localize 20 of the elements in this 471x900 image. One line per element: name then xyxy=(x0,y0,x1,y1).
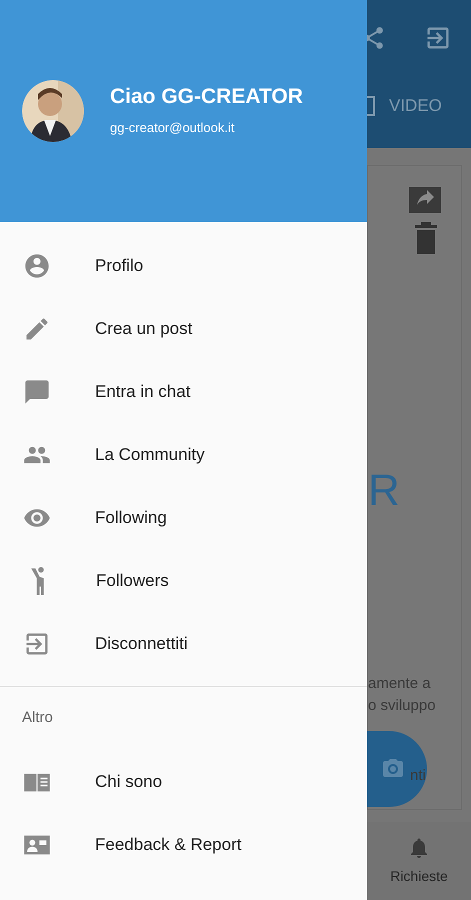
menu-item[interactable]: Crea un post xyxy=(0,297,367,360)
menu-item[interactable]: La Community xyxy=(0,423,367,486)
body-text: amente a xyxy=(368,674,432,694)
trash-icon[interactable] xyxy=(415,222,437,254)
chat-bubble-icon xyxy=(23,378,51,406)
forward-icon[interactable] xyxy=(409,187,441,213)
section-title: Altro xyxy=(22,708,53,728)
menu-item[interactable]: Feedback & Report xyxy=(0,813,367,876)
button-text: nti xyxy=(410,766,426,786)
greeting-title: Ciao GG-CREATOR xyxy=(110,84,303,110)
menu-item[interactable]: Disconnettiti xyxy=(0,612,367,675)
menu-item[interactable]: Profilo xyxy=(0,234,367,297)
menu-item[interactable]: Following xyxy=(0,486,367,549)
email-address: gg-creator@outlook.it xyxy=(110,119,236,138)
body-text: o sviluppo xyxy=(368,696,437,716)
menu-item[interactable]: Chi sono xyxy=(0,750,367,813)
menu-item[interactable]: Entra in chat xyxy=(0,360,367,423)
heading-text: R xyxy=(368,469,401,513)
menu-item[interactable]: Followers xyxy=(0,549,367,612)
figure-icon xyxy=(31,566,44,594)
